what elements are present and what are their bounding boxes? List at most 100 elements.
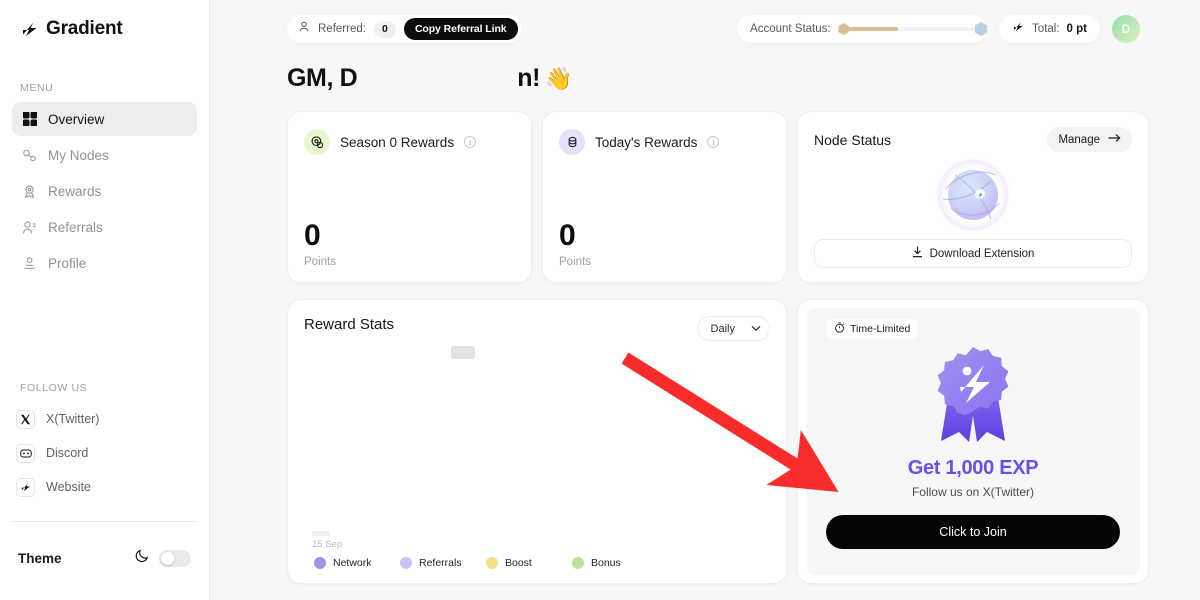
- theme-toggle-knob: [161, 551, 174, 565]
- today-points-value: 0: [559, 219, 576, 252]
- user-icon: [298, 20, 310, 38]
- legend-label: Referrals: [419, 557, 462, 569]
- reward-stats-card: Reward Stats Daily 15 Sep Network Referr…: [287, 299, 787, 584]
- sidebar-item-rewards[interactable]: Rewards: [12, 174, 197, 208]
- website-icon: [16, 477, 35, 497]
- account-status-pill: Account Status:: [737, 15, 988, 43]
- main-content: Referred: 0 Copy Referral Link Account S…: [210, 0, 1200, 600]
- coins-icon: [304, 129, 330, 155]
- promo-subtitle: Follow us on X(Twitter): [911, 485, 1035, 499]
- reward-chart-plot-area: 15 Sep: [304, 341, 770, 557]
- waving-hand-icon: 👋: [545, 65, 573, 91]
- medal-icon: [928, 345, 1018, 455]
- account-status-end-marker: [975, 22, 988, 36]
- greeting-suffix: n!: [517, 64, 541, 92]
- reward-range-select[interactable]: Daily: [696, 316, 770, 341]
- season-points-unit: Points: [304, 256, 336, 268]
- legend-dot: [400, 557, 412, 569]
- chart-axis-skeleton: [312, 531, 330, 536]
- legend-dot: [486, 557, 498, 569]
- brand[interactable]: Gradient: [12, 0, 197, 44]
- info-icon[interactable]: i: [707, 136, 720, 148]
- click-to-join-button[interactable]: Click to Join: [826, 515, 1120, 549]
- season-rewards-card: Season 0 Rewards i 0 Points: [287, 111, 532, 283]
- promo-card: Time-Limited Get 1,000 EXP Follow us on …: [797, 299, 1149, 584]
- time-limited-badge: Time-Limited: [826, 319, 919, 339]
- moon-icon[interactable]: [135, 548, 150, 568]
- account-status-progress[interactable]: [838, 22, 988, 36]
- topbar-right: Account Status: Total: 0 pt D: [737, 15, 1140, 43]
- time-limited-label: Time-Limited: [850, 323, 911, 335]
- copy-referral-link-button[interactable]: Copy Referral Link: [403, 18, 518, 40]
- card-header: Today's Rewards i: [559, 129, 770, 155]
- social-link-x-twitter[interactable]: X(Twitter): [8, 404, 194, 434]
- total-value: 0 pt: [1066, 23, 1087, 35]
- brand-name: Gradient: [46, 18, 123, 39]
- grid-icon: [22, 112, 37, 127]
- total-label: Total:: [1032, 23, 1060, 35]
- promo-title: Get 1,000 EXP: [907, 457, 1039, 479]
- account-status-fill: [840, 27, 899, 31]
- card-header: Node Status Manage: [814, 127, 1132, 152]
- social-link-label: Website: [46, 480, 91, 494]
- theme-row: Theme: [12, 548, 197, 568]
- theme-controls: [135, 548, 191, 568]
- download-extension-button[interactable]: Download Extension: [814, 239, 1132, 268]
- social-link-label: Discord: [46, 446, 89, 460]
- network-globe-icon: [814, 150, 1132, 239]
- x-twitter-icon: [16, 409, 35, 429]
- app-root: Gradient MENU Overview My Nodes Rewards …: [0, 0, 1200, 600]
- info-icon[interactable]: i: [464, 136, 477, 148]
- gradient-logo-icon: [1012, 20, 1025, 38]
- theme-toggle[interactable]: [159, 549, 191, 567]
- season-points-value: 0: [304, 219, 321, 252]
- card-title: Today's Rewards: [595, 134, 698, 150]
- card-header: Reward Stats Daily: [304, 316, 770, 341]
- arrow-right-icon: [1108, 133, 1121, 146]
- coin-stack-icon: [559, 129, 585, 155]
- avatar[interactable]: D: [1112, 15, 1140, 43]
- promo-inner: Time-Limited Get 1,000 EXP Follow us on …: [806, 308, 1140, 575]
- manage-button[interactable]: Manage: [1047, 127, 1132, 152]
- manage-label: Manage: [1058, 133, 1100, 146]
- sidebar-item-overview[interactable]: Overview: [12, 102, 197, 136]
- legend-item-referrals[interactable]: Referrals: [400, 557, 486, 569]
- social-link-discord[interactable]: Discord: [8, 438, 194, 468]
- card-title: Season 0 Rewards: [340, 134, 455, 150]
- sidebar-item-profile[interactable]: Profile: [12, 246, 197, 280]
- legend-item-network[interactable]: Network: [314, 557, 400, 569]
- greeting-prefix: GM, D: [287, 64, 358, 92]
- follow-us-section-label: FOLLOW US: [20, 382, 88, 394]
- referred-label: Referred:: [318, 23, 366, 35]
- users-icon: [22, 220, 37, 235]
- gradient-logo-icon: [20, 19, 40, 39]
- node-status-card: Node Status Manage Download Extension: [797, 111, 1149, 283]
- todays-rewards-card: Today's Rewards i 0 Points: [542, 111, 787, 283]
- referred-count: 0: [373, 20, 396, 38]
- card-body: 0 Points: [559, 219, 770, 269]
- menu-section-label: MENU: [20, 82, 54, 94]
- sidebar-item-label: My Nodes: [48, 147, 109, 163]
- legend-item-bonus[interactable]: Bonus: [572, 557, 658, 569]
- legend-item-boost[interactable]: Boost: [486, 557, 572, 569]
- today-points-unit: Points: [559, 256, 591, 268]
- sidebar-item-label: Profile: [48, 255, 87, 271]
- sidebar-item-my-nodes[interactable]: My Nodes: [12, 138, 197, 172]
- chart-legend: Network Referrals Boost Bonus: [304, 557, 770, 583]
- legend-label: Bonus: [591, 557, 621, 569]
- sidebar-collapse-handle[interactable]: [451, 346, 475, 359]
- sidebar-item-label: Rewards: [48, 183, 102, 199]
- legend-label: Boost: [505, 557, 532, 569]
- page-title: GM, D n! 👋: [287, 64, 1180, 93]
- total-points-pill: Total: 0 pt: [999, 15, 1100, 43]
- download-label: Download Extension: [929, 247, 1035, 260]
- card-header: Season 0 Rewards i: [304, 129, 515, 155]
- avatar-initial: D: [1121, 22, 1131, 36]
- social-link-website[interactable]: Website: [8, 472, 194, 502]
- sidebar-item-referrals[interactable]: Referrals: [12, 210, 197, 244]
- referral-pill: Referred: 0 Copy Referral Link: [287, 15, 522, 43]
- card-body: 0 Points: [304, 219, 515, 269]
- discord-icon: [16, 443, 35, 463]
- theme-label: Theme: [18, 550, 62, 566]
- timer-icon: [834, 322, 845, 336]
